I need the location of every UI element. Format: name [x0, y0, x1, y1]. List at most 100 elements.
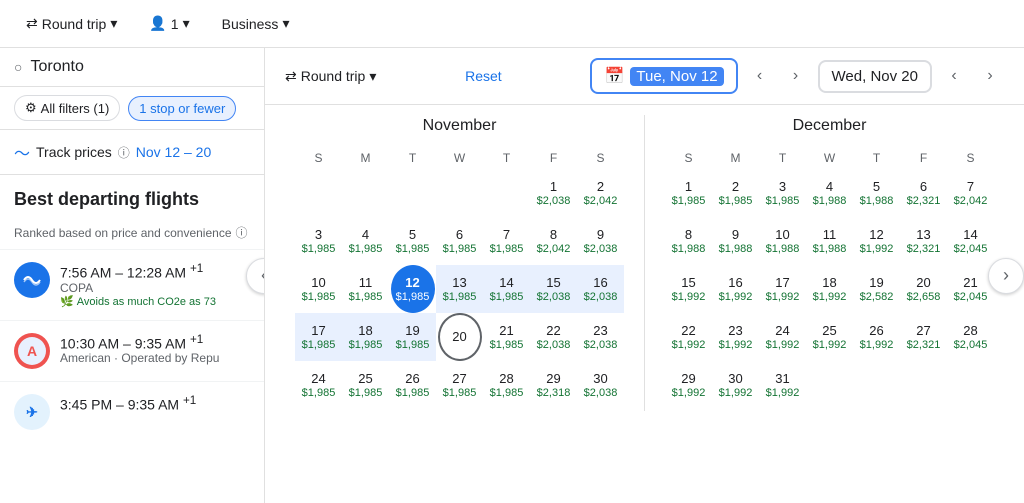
- flight-item[interactable]: ✈ 3:45 PM – 9:35 AM +1: [0, 381, 264, 442]
- calendar-day[interactable]: 11$1,985: [342, 265, 389, 313]
- calendar-day[interactable]: 14$2,045: [947, 217, 994, 265]
- day-number: 15: [681, 275, 695, 291]
- calendar-day[interactable]: 10$1,988: [759, 217, 806, 265]
- all-filters-chip[interactable]: ⚙ All filters (1): [14, 95, 120, 121]
- calendar-day[interactable]: 20: [438, 313, 482, 361]
- stop-filter-chip[interactable]: 1 stop or fewer: [128, 96, 236, 121]
- calendar-day[interactable]: 6$2,321: [900, 169, 947, 217]
- reset-button[interactable]: Reset: [465, 68, 502, 84]
- empty-cell: [389, 169, 436, 217]
- calendar-day[interactable]: 30$2,038: [577, 361, 624, 409]
- calendar-day[interactable]: 24$1,992: [759, 313, 806, 361]
- calendar-day[interactable]: 6$1,985: [436, 217, 483, 265]
- day-price: $2,038: [584, 387, 618, 399]
- day-price: $1,992: [672, 291, 706, 303]
- depart-next-button[interactable]: ›: [782, 62, 810, 90]
- calendar-day[interactable]: 20$2,658: [900, 265, 947, 313]
- calendar-day[interactable]: 24$1,985: [295, 361, 342, 409]
- calendar-day[interactable]: 10$1,985: [295, 265, 342, 313]
- day-number: 14: [963, 227, 977, 243]
- calendar-day[interactable]: 19$2,582: [853, 265, 900, 313]
- return-next-button[interactable]: ›: [976, 62, 1004, 90]
- calendar-day[interactable]: 26$1,992: [853, 313, 900, 361]
- calendar-day[interactable]: 25$1,992: [806, 313, 853, 361]
- day-header: W: [436, 147, 483, 169]
- calendar-day[interactable]: 31$1,992: [759, 361, 806, 409]
- calendar-day[interactable]: 26$1,985: [389, 361, 436, 409]
- day-number: 18: [358, 323, 372, 339]
- calendar-day[interactable]: 17$1,985: [295, 313, 342, 361]
- day-price: $2,038: [537, 339, 571, 351]
- return-date-box[interactable]: Wed, Nov 20: [818, 60, 932, 93]
- calendar-day[interactable]: 25$1,985: [342, 361, 389, 409]
- calendar-day[interactable]: 2$1,985: [712, 169, 759, 217]
- calendar-day[interactable]: 11$1,988: [806, 217, 853, 265]
- class-button[interactable]: Business ▾: [212, 9, 300, 38]
- day-price: $1,985: [396, 387, 430, 399]
- calendar-day[interactable]: 27$2,321: [900, 313, 947, 361]
- calendar-day[interactable]: 21$2,045: [947, 265, 994, 313]
- calendar-day[interactable]: 5$1,985: [389, 217, 436, 265]
- calendar-day[interactable]: 3$1,985: [759, 169, 806, 217]
- day-price: $2,038: [537, 291, 571, 303]
- calendar-day[interactable]: 23$2,038: [577, 313, 624, 361]
- calendar-next-button[interactable]: ›: [988, 258, 1024, 294]
- calendar-day[interactable]: 28$1,985: [483, 361, 530, 409]
- calendar-day[interactable]: 14$1,985: [483, 265, 530, 313]
- calendar-day[interactable]: 22$1,992: [665, 313, 712, 361]
- search-input[interactable]: [30, 58, 250, 76]
- calendar-day[interactable]: 15$1,992: [665, 265, 712, 313]
- calendar-day[interactable]: 16$1,992: [712, 265, 759, 313]
- roundtrip-selector[interactable]: ⇄ Round trip ▾: [285, 68, 376, 85]
- calendar-day[interactable]: 29$2,318: [530, 361, 577, 409]
- calendar-day[interactable]: 30$1,992: [712, 361, 759, 409]
- calendar-day[interactable]: 27$1,985: [436, 361, 483, 409]
- calendar-day[interactable]: 13$2,321: [900, 217, 947, 265]
- december-title: December: [665, 117, 994, 135]
- calendar-day[interactable]: 8$1,988: [665, 217, 712, 265]
- day-number: 24: [775, 323, 789, 339]
- day-number: 6: [456, 227, 463, 243]
- calendar-day[interactable]: 9$1,988: [712, 217, 759, 265]
- calendar-day[interactable]: 7$1,985: [483, 217, 530, 265]
- calendar-day[interactable]: 12$1,985: [391, 265, 435, 313]
- day-price: $2,042: [954, 195, 988, 207]
- depart-date-box[interactable]: 📅 Tue, Nov 12: [590, 58, 737, 94]
- calendar-day[interactable]: 18$1,985: [342, 313, 389, 361]
- passengers-button[interactable]: 👤 1 ▾: [139, 9, 199, 38]
- round-trip-button[interactable]: ⇄ Round trip ▾: [16, 9, 127, 38]
- calendar-day[interactable]: 22$2,038: [530, 313, 577, 361]
- calendar-day[interactable]: 3$1,985: [295, 217, 342, 265]
- flight-item[interactable]: A 10:30 AM – 9:35 AM +1 American · Opera…: [0, 320, 264, 381]
- calendar-day[interactable]: 12$1,992: [853, 217, 900, 265]
- depart-prev-button[interactable]: ‹: [746, 62, 774, 90]
- calendar-day[interactable]: 5$1,988: [853, 169, 900, 217]
- calendar-day[interactable]: 1$2,038: [530, 169, 577, 217]
- calendar-day[interactable]: 8$2,042: [530, 217, 577, 265]
- day-number: 2: [732, 179, 739, 195]
- day-number: 9: [732, 227, 739, 243]
- calendar-day[interactable]: 17$1,992: [759, 265, 806, 313]
- calendar-day[interactable]: 13$1,985: [436, 265, 483, 313]
- calendar-icon: 📅: [604, 66, 624, 86]
- return-prev-button[interactable]: ‹: [940, 62, 968, 90]
- calendar-day[interactable]: 1$1,985: [665, 169, 712, 217]
- calendar-day[interactable]: 21$1,985: [483, 313, 530, 361]
- flight-item[interactable]: 7:56 AM – 12:28 AM +1 COPA 🌿 Avoids as m…: [0, 249, 264, 320]
- calendar-day[interactable]: 28$2,045: [947, 313, 994, 361]
- calendar-day[interactable]: 4$1,988: [806, 169, 853, 217]
- day-price: $1,985: [490, 291, 524, 303]
- calendar-day[interactable]: 19$1,985: [389, 313, 436, 361]
- day-price: $1,985: [443, 291, 477, 303]
- calendar-day[interactable]: 16$2,038: [577, 265, 624, 313]
- calendar-day[interactable]: 4$1,985: [342, 217, 389, 265]
- calendar-day[interactable]: 23$1,992: [712, 313, 759, 361]
- day-number: 22: [681, 323, 695, 339]
- calendar-day[interactable]: 7$2,042: [947, 169, 994, 217]
- calendar-day[interactable]: 15$2,038: [530, 265, 577, 313]
- calendar-day[interactable]: 2$2,042: [577, 169, 624, 217]
- calendar-day[interactable]: 18$1,992: [806, 265, 853, 313]
- calendar-day[interactable]: 9$2,038: [577, 217, 624, 265]
- day-number: 10: [311, 275, 325, 291]
- calendar-day[interactable]: 29$1,992: [665, 361, 712, 409]
